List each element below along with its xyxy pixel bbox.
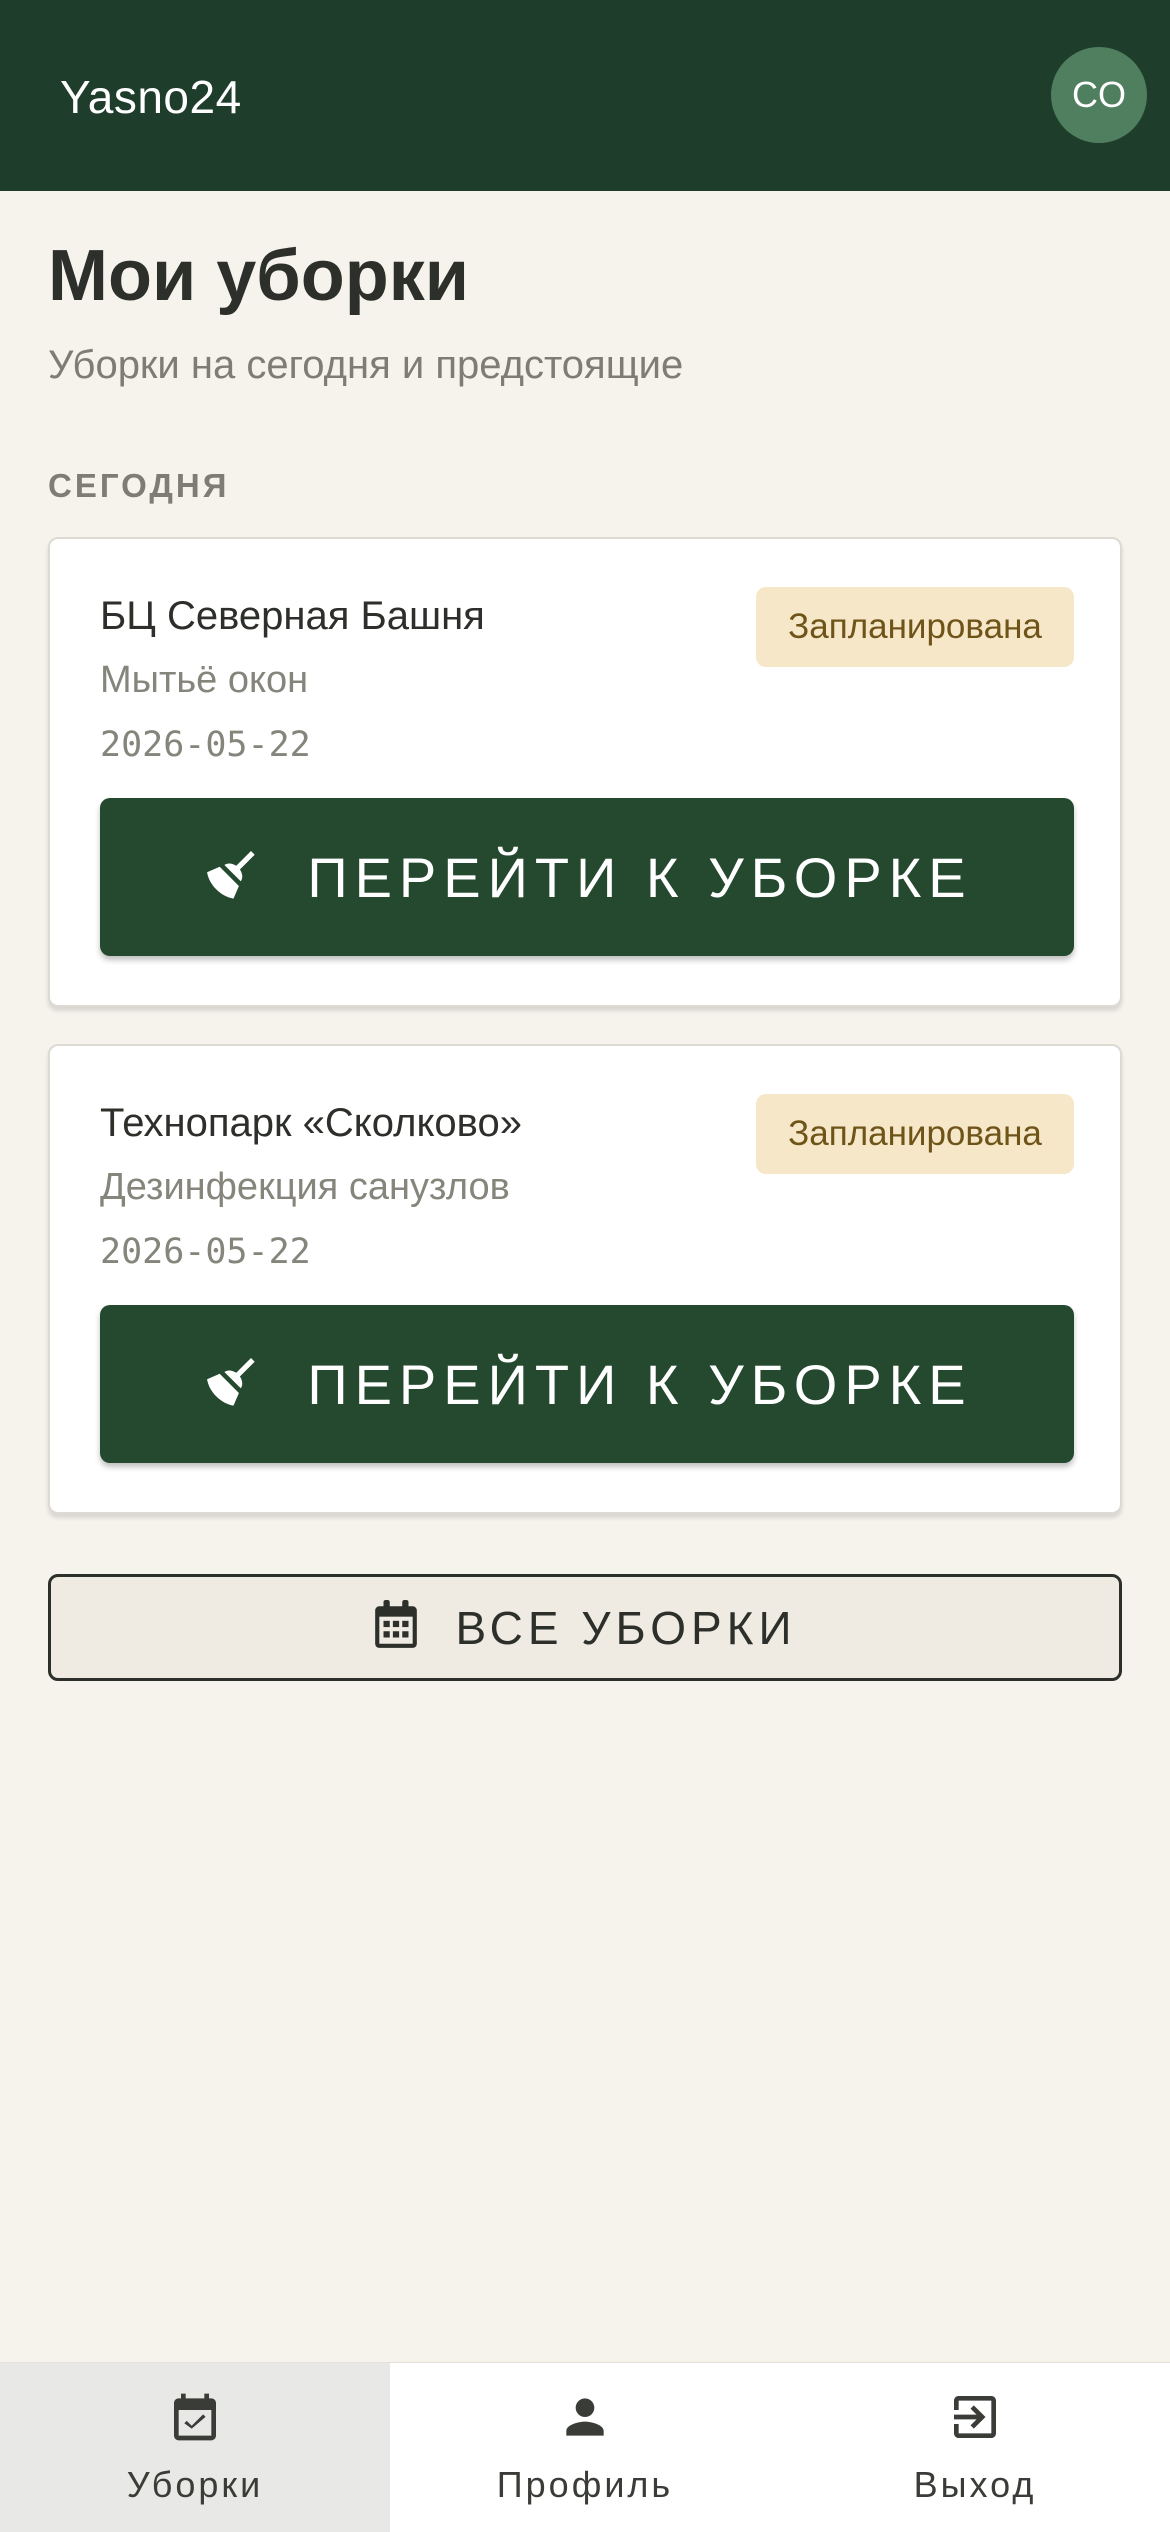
cleaning-service: Мытьё окон: [100, 659, 309, 701]
cleaning-date: 2026-05-22: [100, 725, 311, 765]
logout-icon: [947, 2389, 1003, 2450]
go-to-cleaning-button[interactable]: ПЕРЕЙТИ К УБОРКЕ: [100, 798, 1074, 956]
calendar-check-icon: [167, 2389, 223, 2450]
cleaning-object: БЦ Северная Башня: [100, 594, 485, 638]
go-to-cleaning-button[interactable]: ПЕРЕЙТИ К УБОРКЕ: [100, 1305, 1074, 1463]
cleaning-card: Технопарк «Сколково» Дезинфекция санузло…: [48, 1044, 1122, 1514]
all-cleanings-button[interactable]: ВСЕ УБОРКИ: [48, 1574, 1122, 1681]
go-to-cleaning-label: ПЕРЕЙТИ К УБОРКЕ: [307, 1352, 973, 1416]
nav-item-cleanings[interactable]: Уборки: [0, 2363, 390, 2532]
nav-item-label: Профиль: [496, 2464, 674, 2505]
broom-icon: [201, 1351, 263, 1418]
calendar-icon: [373, 1600, 419, 1655]
cleaning-date: 2026-05-22: [100, 1232, 311, 1272]
all-cleanings-label: ВСЕ УБОРКИ: [455, 1601, 797, 1654]
person-icon: [557, 2389, 613, 2450]
section-label-today: СЕГОДНЯ: [48, 467, 230, 504]
page-title: Мои уборки: [48, 236, 469, 316]
app-bar: Yasno24 CO: [0, 0, 1170, 191]
page-subtitle: Уборки на сегодня и предстоящие: [48, 343, 684, 387]
bottom-navigation: Уборки Профиль Выход: [0, 2362, 1170, 2532]
broom-icon: [201, 844, 263, 911]
nav-item-label: Выход: [913, 2464, 1037, 2505]
cleaning-service: Дезинфекция санузлов: [100, 1166, 510, 1208]
status-badge: Запланирована: [756, 1094, 1074, 1174]
status-badge: Запланирована: [756, 587, 1074, 667]
go-to-cleaning-label: ПЕРЕЙТИ К УБОРКЕ: [307, 845, 973, 909]
cleaning-object: Технопарк «Сколково»: [100, 1101, 522, 1145]
nav-item-label: Уборки: [126, 2464, 264, 2505]
nav-item-profile[interactable]: Профиль: [390, 2363, 780, 2532]
nav-item-logout[interactable]: Выход: [780, 2363, 1170, 2532]
app-title: Yasno24: [60, 71, 242, 123]
cleaning-card: БЦ Северная Башня Мытьё окон 2026-05-22 …: [48, 537, 1122, 1007]
avatar[interactable]: CO: [1051, 47, 1147, 143]
